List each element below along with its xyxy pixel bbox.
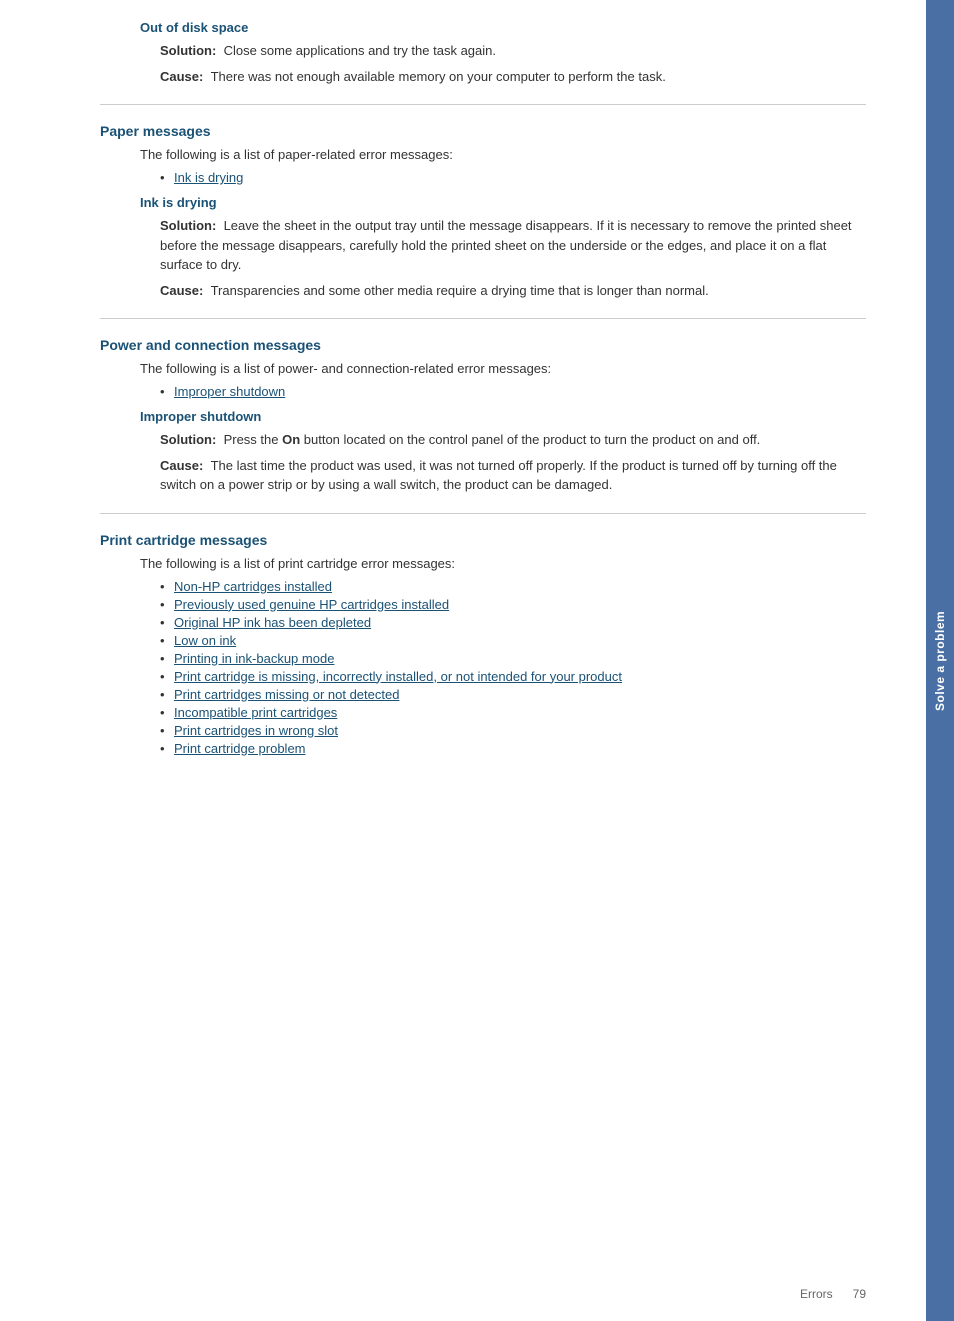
cartridges-missing-not-detected-link[interactable]: Print cartridges missing or not detected [174, 687, 399, 702]
improper-shutdown-solution: Solution: Press the On button located on… [160, 430, 866, 450]
power-messages-intro: The following is a list of power- and co… [140, 361, 866, 376]
cause-label-3: Cause: [160, 458, 203, 473]
list-item: Print cartridge is missing, incorrectly … [160, 669, 866, 684]
ink-drying-solution-block: Solution: Leave the sheet in the output … [160, 216, 866, 300]
list-item: Print cartridge problem [160, 741, 866, 756]
solution-label-3: Solution: [160, 432, 216, 447]
divider-3 [100, 513, 866, 514]
solution-on-bold: On [282, 432, 300, 447]
improper-shutdown-cause: Cause: The last time the product was use… [160, 456, 866, 495]
solution-suffix: button located on the control panel of t… [300, 432, 760, 447]
sidebar: Solve a problem [926, 0, 954, 1321]
improper-shutdown-subsection: Improper shutdown Solution: Press the On… [100, 409, 866, 495]
ink-drying-cause: Cause: Transparencies and some other med… [160, 281, 866, 301]
paper-messages-heading: Paper messages [100, 123, 866, 139]
ink-drying-subsection: Ink is drying Solution: Leave the sheet … [100, 195, 866, 300]
out-of-disk-cause: Cause: There was not enough available me… [160, 67, 866, 87]
cartridge-missing-link[interactable]: Print cartridge is missing, incorrectly … [174, 669, 622, 684]
solution-label-2: Solution: [160, 218, 216, 233]
paper-messages-list: Ink is drying [160, 170, 866, 185]
ink-drying-heading: Ink is drying [140, 195, 866, 210]
cartridge-messages-intro: The following is a list of print cartrid… [140, 556, 866, 571]
out-of-disk-space-heading: Out of disk space [140, 20, 866, 35]
incompatible-cartridges-link[interactable]: Incompatible print cartridges [174, 705, 337, 720]
list-item: Ink is drying [160, 170, 866, 185]
cartridge-messages-section: Print cartridge messages The following i… [100, 532, 866, 756]
page-footer: Errors 79 [800, 1287, 866, 1301]
improper-shutdown-cause-text: The last time the product was used, it w… [160, 458, 837, 493]
cartridge-messages-list: Non-HP cartridges installed Previously u… [160, 579, 866, 756]
power-messages-heading: Power and connection messages [100, 337, 866, 353]
cause-text: There was not enough available memory on… [211, 69, 666, 84]
cause-label-2: Cause: [160, 283, 203, 298]
paper-messages-intro: The following is a list of paper-related… [140, 147, 866, 162]
cartridge-problem-link[interactable]: Print cartridge problem [174, 741, 306, 756]
list-item: Printing in ink-backup mode [160, 651, 866, 666]
list-item: Original HP ink has been depleted [160, 615, 866, 630]
original-hp-ink-link[interactable]: Original HP ink has been depleted [174, 615, 371, 630]
out-of-disk-space-section: Out of disk space Solution: Close some a… [100, 20, 866, 86]
list-item: Incompatible print cartridges [160, 705, 866, 720]
previously-used-cartridges-link[interactable]: Previously used genuine HP cartridges in… [174, 597, 449, 612]
list-item: Improper shutdown [160, 384, 866, 399]
sidebar-label: Solve a problem [933, 610, 947, 710]
improper-shutdown-link[interactable]: Improper shutdown [174, 384, 285, 399]
footer-errors-label: Errors [800, 1287, 833, 1301]
solution-prefix: Press the [224, 432, 283, 447]
out-of-disk-solution-block: Solution: Close some applications and tr… [160, 41, 866, 86]
ink-drying-cause-text: Transparencies and some other media requ… [211, 283, 709, 298]
ink-is-drying-link[interactable]: Ink is drying [174, 170, 243, 185]
power-messages-list: Improper shutdown [160, 384, 866, 399]
solution-text: Close some applications and try the task… [224, 43, 496, 58]
paper-messages-section: Paper messages The following is a list o… [100, 123, 866, 300]
ink-drying-solution: Solution: Leave the sheet in the output … [160, 216, 866, 275]
cause-label: Cause: [160, 69, 203, 84]
improper-shutdown-solution-block: Solution: Press the On button located on… [160, 430, 866, 495]
solution-label: Solution: [160, 43, 216, 58]
footer-page-number: 79 [853, 1287, 866, 1301]
non-hp-cartridges-link[interactable]: Non-HP cartridges installed [174, 579, 332, 594]
list-item: Low on ink [160, 633, 866, 648]
list-item: Print cartridges in wrong slot [160, 723, 866, 738]
ink-backup-mode-link[interactable]: Printing in ink-backup mode [174, 651, 334, 666]
out-of-disk-solution: Solution: Close some applications and tr… [160, 41, 866, 61]
list-item: Non-HP cartridges installed [160, 579, 866, 594]
cartridge-messages-heading: Print cartridge messages [100, 532, 866, 548]
improper-shutdown-heading: Improper shutdown [140, 409, 866, 424]
list-item: Print cartridges missing or not detected [160, 687, 866, 702]
divider-1 [100, 104, 866, 105]
low-on-ink-link[interactable]: Low on ink [174, 633, 236, 648]
divider-2 [100, 318, 866, 319]
wrong-slot-link[interactable]: Print cartridges in wrong slot [174, 723, 338, 738]
power-messages-section: Power and connection messages The follow… [100, 337, 866, 495]
list-item: Previously used genuine HP cartridges in… [160, 597, 866, 612]
ink-drying-solution-text: Leave the sheet in the output tray until… [160, 218, 852, 272]
